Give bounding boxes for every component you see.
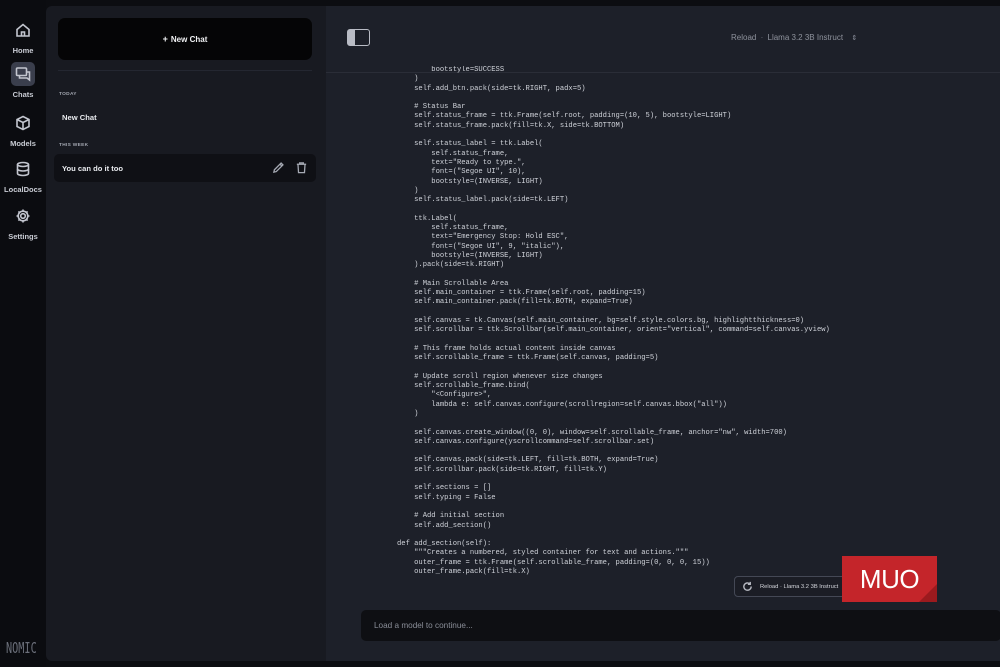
code-block: bootstyle=SUCCESS ) self.add_btn.pack(si… [397, 66, 997, 588]
rail-label-chats: Chats [12, 90, 34, 99]
prompt-placeholder: Load a model to continue... [374, 621, 473, 630]
chat-item-title: You can do it too [62, 163, 124, 173]
muo-watermark-text: MUO [859, 563, 920, 594]
section-label-today: TODAY [59, 92, 77, 97]
model-selector[interactable]: Reload · Llama 3.2 3B Instruct ⇕ [731, 33, 857, 42]
sidebar-divider [58, 70, 312, 71]
chat-item-title: New Chat [62, 112, 97, 122]
chat-item-new-chat[interactable]: New Chat [54, 103, 316, 131]
rail-item-localdocs[interactable]: LocalDocs [0, 157, 46, 194]
chat-icon [11, 62, 35, 86]
new-chat-label: New Chat [170, 34, 208, 44]
section-label-this-week: THIS WEEK [59, 143, 89, 148]
model-separator: · [760, 33, 764, 42]
plus-icon: + [162, 34, 168, 44]
sidebar-toggle-button[interactable] [347, 29, 370, 46]
rail-item-chats[interactable]: Chats [0, 62, 46, 99]
rail-item-settings[interactable]: Settings [0, 204, 46, 241]
edit-pencil-icon[interactable] [272, 161, 285, 176]
code-text: bootstyle=SUCCESS ) self.add_btn.pack(si… [397, 66, 830, 577]
gear-icon [11, 204, 35, 228]
rail-label-localdocs: LocalDocs [4, 185, 42, 194]
conversation-header: Reload · Llama 3.2 3B Instruct ⇕ [326, 6, 1000, 73]
rail-label-home: Home [12, 46, 34, 55]
rail-label-models: Models [10, 139, 36, 148]
rail-item-home[interactable]: Home [0, 18, 46, 55]
rail-label-settings: Settings [8, 232, 38, 241]
reload-icon [742, 581, 753, 592]
nav-rail: Home Chats Models LocalDocs Settings NOM… [0, 0, 46, 667]
reload-model-label: Reload · Llama 3.2 3B Instruct [760, 583, 839, 590]
trash-icon[interactable] [295, 161, 308, 176]
prompt-input[interactable]: Load a model to continue... [361, 610, 1000, 641]
chevron-up-down-icon: ⇕ [851, 35, 858, 42]
home-icon [11, 18, 35, 42]
nomic-logo: NOMIC [6, 639, 37, 657]
sidebar-toggle-icon [348, 30, 355, 45]
cube-icon [11, 111, 35, 135]
muo-watermark-corner [919, 584, 937, 602]
new-chat-button[interactable]: + New Chat [58, 18, 312, 60]
chat-item-you-can-do-it-too[interactable]: You can do it too [54, 154, 316, 182]
model-name: Llama 3.2 3B Instruct [767, 33, 844, 42]
reload-label: Reload [731, 33, 757, 42]
muo-watermark-logo: MUO [842, 556, 937, 602]
rail-item-models[interactable]: Models [0, 111, 46, 148]
database-icon [11, 157, 35, 181]
conversation-panel: Reload · Llama 3.2 3B Instruct ⇕ bootsty… [326, 6, 1000, 661]
chat-sidebar: + New Chat TODAY New Chat THIS WEEK You … [46, 6, 326, 661]
